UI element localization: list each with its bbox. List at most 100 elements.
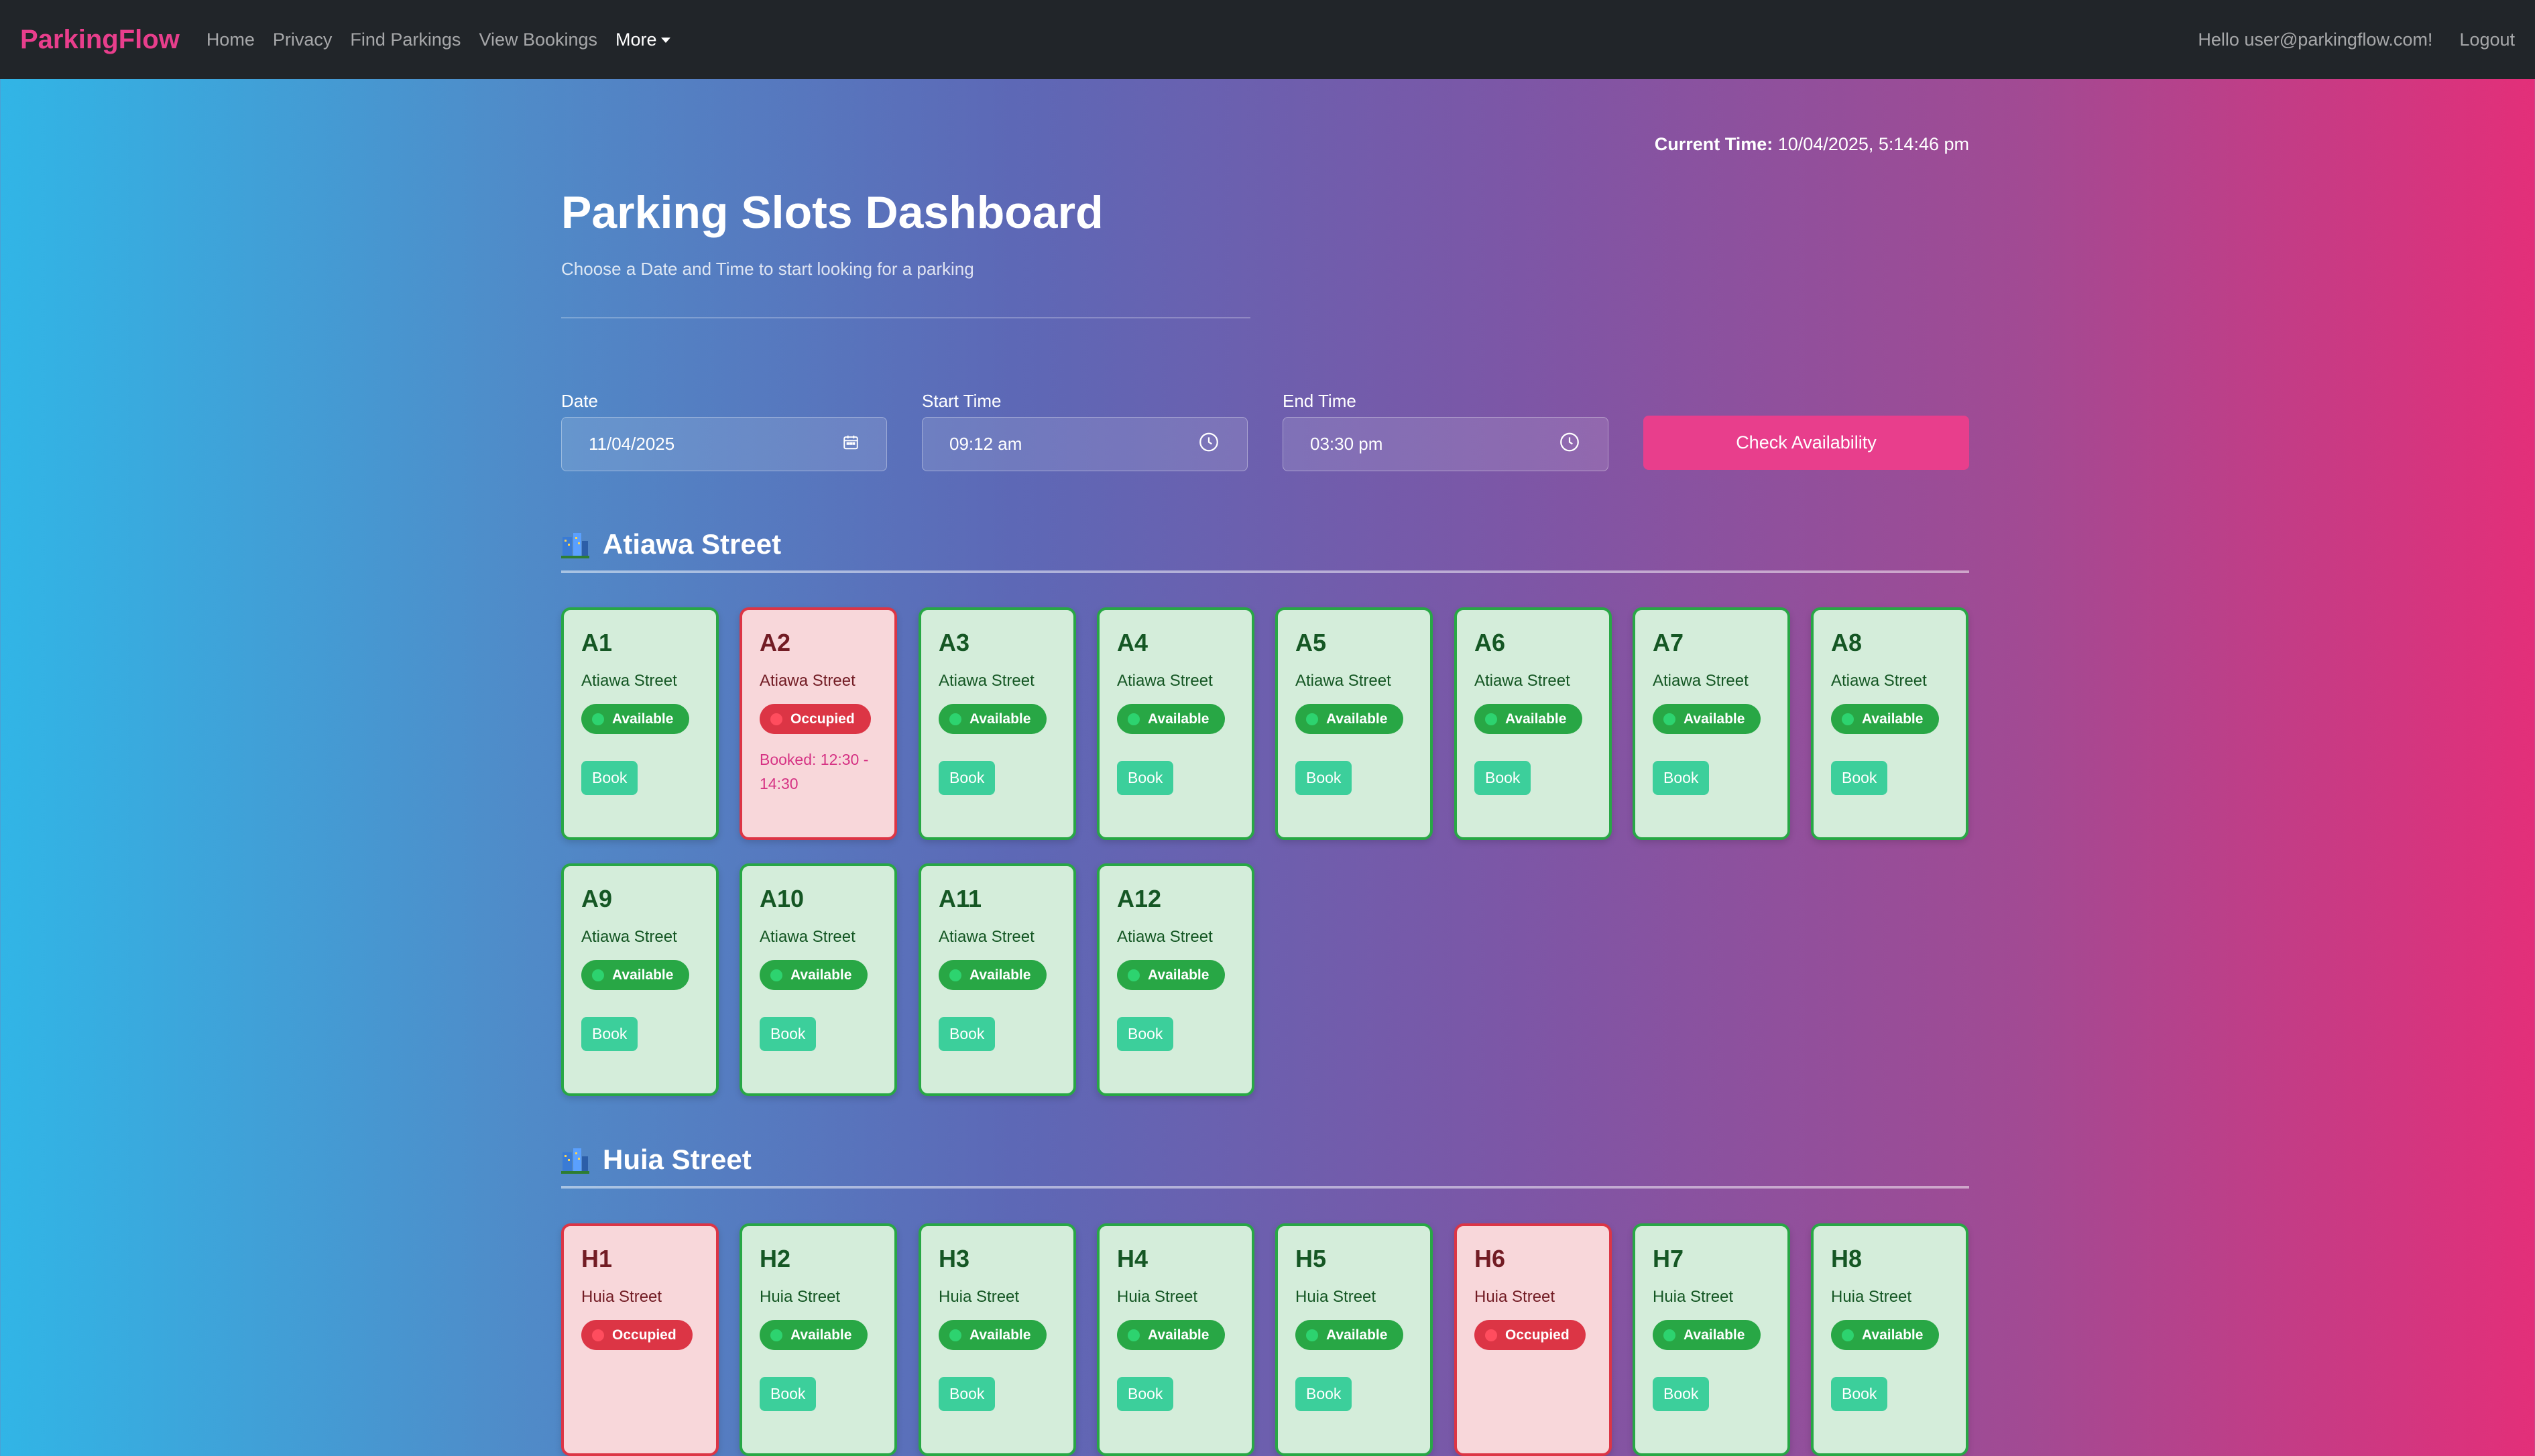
status-badge: Available (1295, 1320, 1404, 1350)
status-badge: Available (760, 960, 868, 990)
book-button[interactable]: Book (1117, 761, 1174, 795)
status-label: Occupied (790, 711, 855, 727)
slot-street: Atiawa Street (581, 928, 677, 946)
clock-icon[interactable] (1558, 430, 1581, 458)
start-time-input[interactable]: 09:12 am (922, 417, 1248, 471)
page-subtitle: Choose a Date and Time to start looking … (561, 259, 974, 279)
slot-id: H2 (760, 1245, 791, 1272)
status-label: Available (1862, 1327, 1924, 1343)
status-dot-icon (1663, 1329, 1675, 1341)
status-badge: Available (939, 704, 1047, 734)
current-time-value: 10/04/2025, 5:14:46 pm (1777, 134, 1969, 154)
nav-home[interactable]: Home (207, 29, 255, 50)
status-dot-icon (770, 1329, 782, 1341)
status-label: Occupied (612, 1327, 676, 1343)
book-button[interactable]: Book (1295, 761, 1352, 795)
section-header-huia: Huia Street (561, 1144, 1969, 1176)
end-time-label: End Time (1283, 391, 1356, 411)
book-button[interactable]: Book (581, 761, 638, 795)
nav-user-area: Hello user@parkingflow.com! Logout (2198, 29, 2515, 50)
status-dot-icon (770, 969, 782, 981)
nav-more-dropdown[interactable]: More (615, 29, 670, 50)
city-icon (561, 1148, 589, 1174)
slot-card: A6 Atiawa Street Available Book (1454, 607, 1612, 840)
slot-street: Atiawa Street (760, 928, 856, 946)
book-button[interactable]: Book (1653, 1377, 1710, 1411)
status-dot-icon (592, 713, 604, 725)
calendar-icon[interactable] (842, 433, 860, 455)
status-dot-icon (1128, 1329, 1140, 1341)
status-label: Available (969, 967, 1031, 983)
status-dot-icon (770, 713, 782, 725)
slot-card: A12 Atiawa Street Available Book (1097, 863, 1254, 1096)
check-availability-button[interactable]: Check Availability (1643, 416, 1969, 470)
slot-street: Huia Street (1831, 1288, 1912, 1306)
status-dot-icon (1306, 713, 1318, 725)
slot-street: Atiawa Street (1117, 672, 1213, 690)
logout-link[interactable]: Logout (2459, 29, 2515, 50)
status-badge: Occupied (1474, 1320, 1586, 1350)
book-button[interactable]: Book (1117, 1017, 1174, 1051)
book-button[interactable]: Book (760, 1377, 817, 1411)
date-label: Date (561, 391, 598, 411)
section-divider (561, 1186, 1969, 1189)
status-dot-icon (1485, 1329, 1497, 1341)
status-dot-icon (1663, 713, 1675, 725)
slot-id: A4 (1117, 629, 1148, 656)
slot-street: Huia Street (581, 1288, 662, 1306)
book-button[interactable]: Book (939, 761, 996, 795)
status-label: Available (1148, 1327, 1210, 1343)
slot-id: A6 (1474, 629, 1506, 656)
brand-logo[interactable]: ParkingFlow (20, 25, 180, 55)
slot-street: Atiawa Street (581, 672, 677, 690)
slot-id: A2 (760, 629, 791, 656)
book-button[interactable]: Book (1653, 761, 1710, 795)
status-dot-icon (949, 969, 961, 981)
slot-id: H7 (1653, 1245, 1684, 1272)
slot-id: A11 (939, 885, 982, 912)
book-button[interactable]: Book (581, 1017, 638, 1051)
status-label: Available (1684, 1327, 1745, 1343)
slot-street: Huia Street (1295, 1288, 1376, 1306)
nav-view-bookings[interactable]: View Bookings (479, 29, 597, 50)
book-button[interactable]: Book (1117, 1377, 1174, 1411)
status-label: Available (1862, 711, 1924, 727)
book-button[interactable]: Book (939, 1377, 996, 1411)
book-button[interactable]: Book (760, 1017, 817, 1051)
end-time-field-group: End Time 03:30 pm (1283, 391, 1608, 471)
status-badge: Available (1117, 960, 1226, 990)
start-time-label: Start Time (922, 391, 1002, 411)
slot-card: A4 Atiawa Street Available Book (1097, 607, 1254, 840)
slot-id: A8 (1831, 629, 1863, 656)
slot-street: Huia Street (760, 1288, 841, 1306)
slot-card: H2 Huia Street Available Book (740, 1223, 897, 1456)
book-button[interactable]: Book (1295, 1377, 1352, 1411)
city-icon (561, 533, 589, 558)
status-badge: Available (1653, 704, 1761, 734)
slot-street: Atiawa Street (1474, 672, 1570, 690)
status-dot-icon (1842, 1329, 1854, 1341)
book-button[interactable]: Book (939, 1017, 996, 1051)
slot-card: A3 Atiawa Street Available Book (919, 607, 1076, 840)
book-button[interactable]: Book (1831, 1377, 1888, 1411)
date-input[interactable]: 11/04/2025 (561, 417, 887, 471)
status-label: Available (1326, 1327, 1388, 1343)
clock-icon[interactable] (1197, 430, 1220, 458)
slot-street: Huia Street (1474, 1288, 1555, 1306)
status-dot-icon (1842, 713, 1854, 725)
date-value: 11/04/2025 (589, 434, 675, 454)
book-button[interactable]: Book (1831, 761, 1888, 795)
availability-form: Date 11/04/2025 Start Time 09:12 am End … (561, 391, 1969, 471)
divider (561, 317, 1250, 318)
book-button[interactable]: Book (1474, 761, 1531, 795)
status-label: Available (969, 711, 1031, 727)
nav-privacy[interactable]: Privacy (273, 29, 333, 50)
start-time-field-group: Start Time 09:12 am (922, 391, 1248, 471)
nav-find-parkings[interactable]: Find Parkings (350, 29, 461, 50)
status-label: Available (612, 711, 674, 727)
slot-street: Huia Street (939, 1288, 1020, 1306)
user-greeting[interactable]: Hello user@parkingflow.com! (2198, 29, 2432, 50)
slot-id: A7 (1653, 629, 1684, 656)
end-time-input[interactable]: 03:30 pm (1283, 417, 1608, 471)
date-field-group: Date 11/04/2025 (561, 391, 887, 471)
